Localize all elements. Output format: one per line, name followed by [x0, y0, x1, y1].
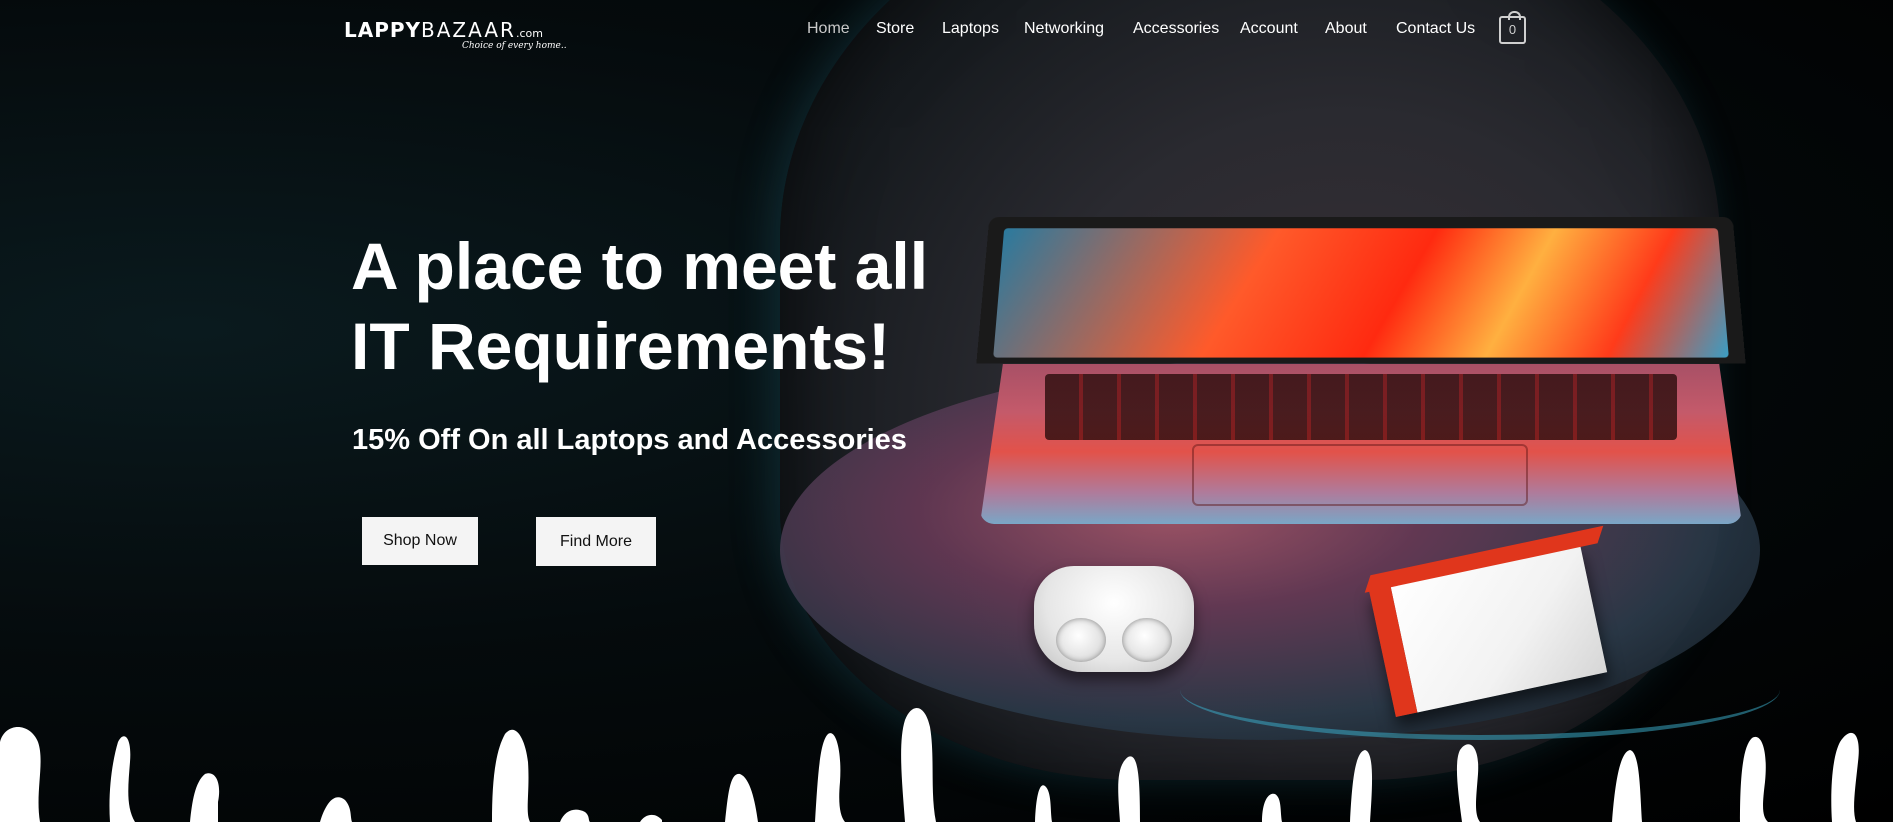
laptop-screen-image	[976, 216, 1746, 364]
laptop-keyboard	[1045, 374, 1677, 440]
hero-banner	[0, 0, 1893, 822]
hero-headline: A place to meet all IT Requirements!	[351, 226, 951, 386]
logo-text-suffix: .com	[515, 27, 543, 40]
laptop-trackpad	[1192, 444, 1528, 506]
shopping-bag-icon[interactable]: 0	[1499, 11, 1526, 44]
top-navigation-bar: LAPPYBAZAAR.com Choice of every home.. H…	[0, 0, 1893, 62]
headline-line-1: A place to meet all	[351, 229, 929, 303]
nav-store[interactable]: Store	[876, 20, 914, 38]
airpods-image	[1034, 566, 1194, 672]
nav-account[interactable]: Account	[1240, 20, 1298, 38]
nav-home[interactable]: Home	[807, 20, 850, 38]
site-logo[interactable]: LAPPYBAZAAR.com Choice of every home..	[344, 18, 567, 51]
cart-count: 0	[1508, 22, 1517, 37]
logo-text-thin: BAZAAR	[421, 18, 516, 42]
nav-laptops[interactable]: Laptops	[942, 20, 999, 38]
headline-line-2: IT Requirements!	[351, 309, 891, 383]
nav-networking[interactable]: Networking	[1024, 20, 1104, 38]
logo-text-bold: LAPPY	[344, 18, 422, 42]
shop-now-button[interactable]: Shop Now	[362, 517, 478, 565]
nav-accessories[interactable]: Accessories	[1133, 20, 1219, 38]
nav-contact-us[interactable]: Contact Us	[1396, 20, 1475, 38]
laptop-display	[993, 228, 1729, 358]
find-more-button[interactable]: Find More	[536, 517, 656, 566]
nav-about[interactable]: About	[1325, 20, 1367, 38]
paint-drips-divider	[0, 707, 1893, 822]
logo-tagline: Choice of every home..	[462, 41, 567, 51]
hero-subheadline: 15% Off On all Laptops and Accessories	[352, 424, 907, 456]
